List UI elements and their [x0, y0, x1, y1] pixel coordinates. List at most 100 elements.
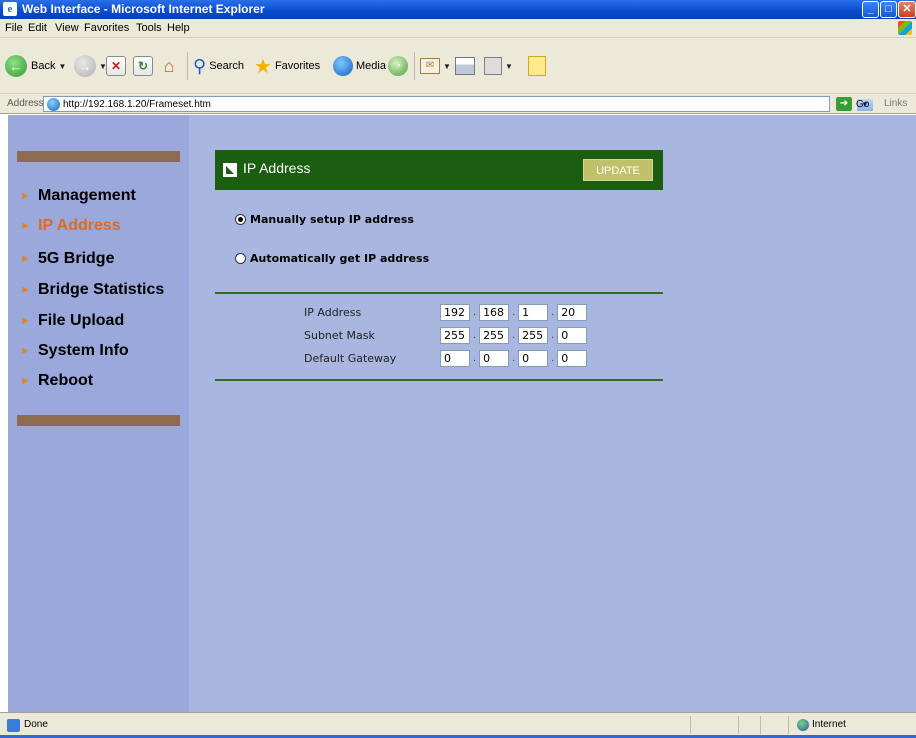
edit-icon	[484, 57, 502, 75]
toolbar-separator	[187, 52, 188, 80]
star-icon: ★	[254, 55, 272, 78]
search-label: Search	[209, 60, 245, 72]
sidebar-item-management[interactable]: ► Management	[20, 185, 136, 207]
ip-address-row: IP Address . . .	[304, 303, 588, 321]
sidebar-item-bridge-statistics[interactable]: ► Bridge Statistics	[20, 279, 164, 301]
maximize-button[interactable]: □	[880, 1, 897, 18]
sidebar-item-reboot[interactable]: ► Reboot	[20, 370, 93, 392]
panel-title: IP Address	[243, 160, 311, 176]
bullet-arrow-icon: ►	[20, 315, 31, 327]
close-button[interactable]: ✕	[898, 1, 916, 18]
ip-octet-2[interactable]	[479, 303, 510, 321]
forward-button[interactable]: → ▼	[74, 48, 107, 84]
history-icon: ◔	[388, 56, 408, 76]
sidebar-item-file-upload[interactable]: ► File Upload	[20, 310, 124, 332]
edit-button[interactable]: ▼	[484, 48, 513, 84]
ip-address-label: IP Address	[304, 305, 362, 319]
search-button[interactable]: ⚲ Search	[193, 48, 244, 84]
history-button[interactable]: ◔	[388, 48, 408, 84]
print-button[interactable]	[455, 48, 475, 84]
url-input[interactable]	[63, 98, 803, 110]
bullet-arrow-icon: ►	[20, 190, 31, 202]
subnet-mask-row: Subnet Mask . . .	[304, 326, 588, 344]
media-label: Media	[356, 60, 386, 72]
sidebar-item-ip-address[interactable]: ► IP Address	[20, 215, 121, 237]
ip-octet-1[interactable]	[440, 303, 470, 321]
refresh-button[interactable]: ↻	[133, 48, 153, 84]
octet-separator: .	[473, 306, 477, 318]
window-title: Web Interface - Microsoft Internet Explo…	[22, 2, 265, 16]
address-bar: Address ▼ ➔ Go Links	[0, 94, 916, 114]
radio-auto-row[interactable]: Automatically get IP address	[235, 252, 429, 265]
media-button[interactable]: Media	[333, 48, 386, 84]
gateway-octet-3[interactable]	[518, 349, 549, 367]
menu-edit[interactable]: Edit	[28, 22, 47, 34]
back-label: Back	[31, 60, 56, 72]
stop-icon: ✕	[106, 56, 126, 76]
go-button[interactable]: ➔ Go	[836, 97, 869, 111]
sidebar-item-label: File Upload	[38, 312, 125, 329]
gateway-octet-4[interactable]	[557, 349, 588, 367]
menu-view[interactable]: View	[55, 22, 79, 34]
mail-button[interactable]: ✉ ▼	[420, 48, 451, 84]
sidebar-divider-top	[17, 151, 180, 162]
mask-octet-3[interactable]	[518, 326, 549, 344]
radio-manual-row[interactable]: Manually setup IP address	[235, 213, 414, 226]
notes-button[interactable]	[528, 48, 546, 84]
network-icon	[223, 163, 237, 177]
home-button[interactable]: ⌂	[158, 48, 180, 84]
internet-zone-icon	[797, 719, 809, 731]
menu-tools[interactable]: Tools	[136, 22, 162, 34]
stop-button[interactable]: ✕	[106, 48, 126, 84]
toolbar-separator	[414, 52, 415, 80]
menu-help[interactable]: Help	[167, 22, 190, 34]
minimize-button[interactable]: _	[862, 1, 879, 18]
sidebar-item-label: 5G Bridge	[38, 250, 115, 267]
mask-octet-4[interactable]	[557, 326, 588, 344]
back-button[interactable]: ← Back ▼	[5, 48, 66, 84]
chevron-down-icon: ▼	[505, 61, 513, 71]
radio-manual-label: Manually setup IP address	[250, 213, 414, 226]
bullet-arrow-icon: ►	[20, 345, 31, 357]
sidebar-item-label: System Info	[38, 342, 129, 359]
sidebar-item-label: IP Address	[38, 217, 121, 234]
favorites-button[interactable]: ★ Favorites	[254, 48, 320, 84]
page-done-icon	[7, 719, 20, 732]
windows-logo-icon	[898, 21, 912, 35]
page-icon	[47, 98, 60, 111]
default-gateway-row: Default Gateway . . .	[304, 349, 588, 367]
mask-octet-2[interactable]	[479, 326, 510, 344]
menu-file[interactable]: File	[5, 22, 23, 34]
sidebar-item-label: Bridge Statistics	[38, 281, 165, 298]
gateway-octet-2[interactable]	[479, 349, 510, 367]
ip-octet-4[interactable]	[557, 303, 588, 321]
status-divider	[738, 716, 739, 734]
internet-explorer-icon: e	[3, 2, 17, 16]
ip-octet-3[interactable]	[518, 303, 549, 321]
status-divider	[690, 716, 691, 734]
sidebar-item-5g-bridge[interactable]: ► 5G Bridge	[20, 248, 114, 270]
favorites-label: Favorites	[274, 60, 321, 72]
gateway-octet-1[interactable]	[440, 349, 470, 367]
menu-favorites[interactable]: Favorites	[84, 22, 129, 34]
links-button[interactable]: Links	[884, 98, 907, 109]
update-button[interactable]: UPDATE	[583, 159, 653, 181]
radio-auto[interactable]	[235, 253, 246, 264]
media-icon	[333, 56, 353, 76]
octet-separator: .	[551, 306, 555, 318]
bullet-arrow-icon: ►	[20, 284, 31, 296]
search-icon: ⚲	[193, 55, 207, 76]
octet-separator: .	[512, 306, 516, 318]
chevron-down-icon: ▼	[443, 61, 451, 71]
print-icon	[455, 57, 475, 75]
radio-auto-label: Automatically get IP address	[250, 252, 430, 265]
sidebar-item-system-info[interactable]: ► System Info	[20, 340, 129, 362]
panel-header: IP Address UPDATE	[215, 150, 663, 190]
mask-octet-1[interactable]	[440, 326, 470, 344]
address-label: Address	[7, 98, 44, 109]
sidebar: ► Management ► IP Address ► 5G Bridge ► …	[8, 115, 189, 712]
status-text: Done	[24, 719, 48, 730]
radio-manual[interactable]	[235, 214, 246, 225]
security-zone-label: Internet	[812, 719, 846, 730]
sidebar-item-label: Management	[38, 187, 136, 204]
